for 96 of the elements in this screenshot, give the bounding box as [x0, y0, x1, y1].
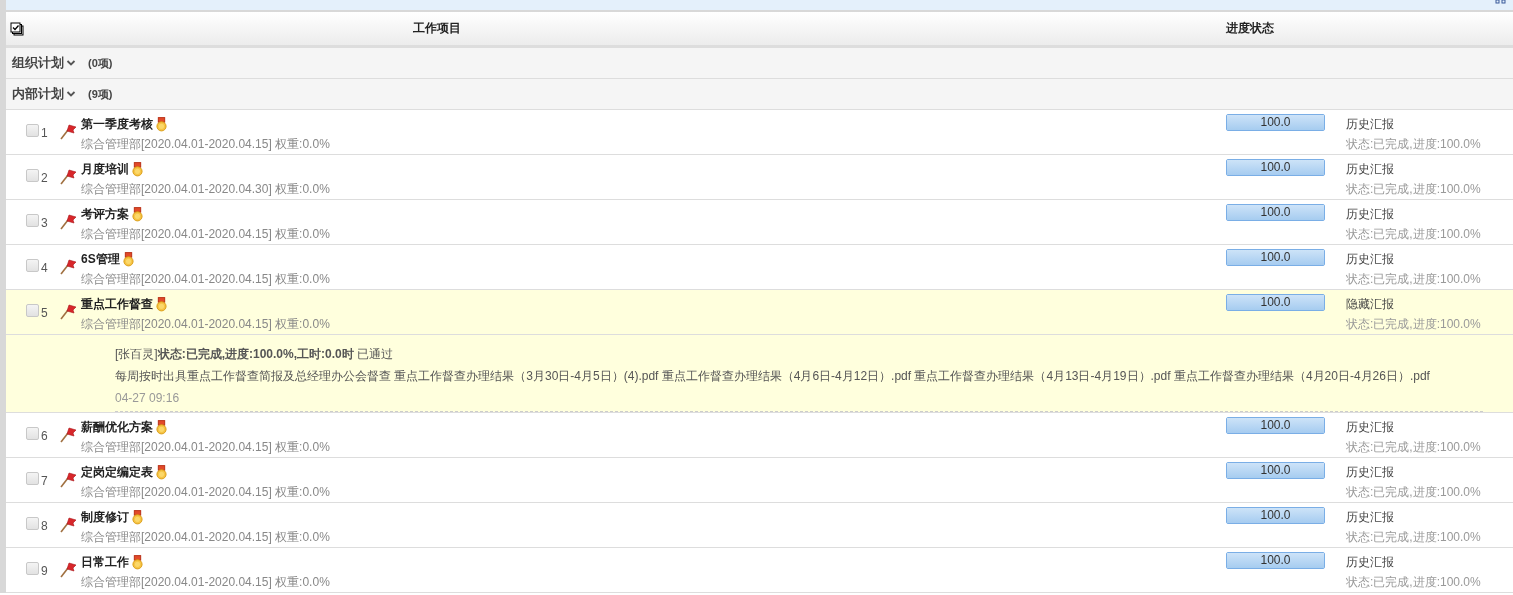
- medal-icon: [156, 419, 167, 435]
- task-info: 综合管理部[2020.04.01-2020.04.15] 权重:0.0%: [81, 271, 331, 288]
- flag-icon: [59, 124, 77, 140]
- attachment-link[interactable]: 重点工作督查办理结果（4月13日-4月19日）.pdf: [914, 369, 1171, 383]
- flag-icon: [59, 259, 77, 275]
- checkbox[interactable]: [26, 259, 39, 272]
- row-number: 1: [41, 125, 49, 142]
- progress-value: 100.0: [1259, 508, 1292, 523]
- flag-icon: [59, 472, 77, 488]
- attachment-link[interactable]: 重点工作督查办理结果（4月20日-4月26日）.pdf: [1173, 369, 1430, 383]
- select-all-icon[interactable]: [10, 21, 24, 36]
- checkbox[interactable]: [26, 562, 39, 575]
- row-number: 4: [41, 260, 49, 277]
- report-time: 04-27 09:16: [115, 391, 180, 405]
- report-link[interactable]: 历史汇报: [1346, 162, 1394, 176]
- status-text: 状态:已完成,进度:100.0%: [1346, 439, 1482, 456]
- task-title[interactable]: 6S管理: [81, 250, 120, 268]
- progress-value: 100.0: [1259, 463, 1292, 478]
- flag-icon: [59, 214, 77, 230]
- row-number: 8: [41, 518, 49, 535]
- medal-icon: [156, 296, 167, 312]
- status-text: 状态:已完成,进度:100.0%: [1346, 181, 1482, 198]
- task-title[interactable]: 日常工作: [81, 553, 129, 571]
- report-link[interactable]: 历史汇报: [1346, 465, 1394, 479]
- attachment-link[interactable]: 重点工作督查办理结果（3月30日-4月5日）(4).pdf: [394, 369, 659, 383]
- medal-icon: [156, 464, 167, 480]
- checkbox[interactable]: [26, 169, 39, 182]
- task-title[interactable]: 制度修订: [81, 508, 129, 526]
- task-title[interactable]: 定岗定编定表: [81, 463, 153, 481]
- status-text: 状态:已完成,进度:100.0%: [1346, 136, 1482, 153]
- report-link[interactable]: 历史汇报: [1346, 420, 1394, 434]
- report-link[interactable]: 历史汇报: [1346, 510, 1394, 524]
- checkbox[interactable]: [26, 472, 39, 485]
- expand-icon[interactable]: [1495, 0, 1507, 4]
- column-header: 工作项目: [412, 20, 462, 37]
- medal-icon: [132, 161, 143, 177]
- medal-icon: [122, 251, 134, 267]
- checkbox[interactable]: [26, 304, 39, 317]
- flag-icon: [59, 517, 77, 533]
- row-number: 9: [41, 563, 49, 580]
- status-text: 状态:已完成,进度:100.0%: [1346, 484, 1482, 501]
- progress-value: 100.0: [1259, 553, 1292, 568]
- group-toggle[interactable]: 内部计划: [12, 85, 76, 103]
- row-number: 2: [41, 170, 49, 187]
- report-summary: [张百灵]状态:已完成,进度:100.0%,工时:0.0时 已通过: [115, 346, 395, 363]
- flag-icon: [59, 427, 77, 443]
- report-link[interactable]: 历史汇报: [1346, 252, 1394, 266]
- flag-icon: [59, 169, 77, 185]
- checkbox[interactable]: [26, 124, 39, 137]
- task-info: 综合管理部[2020.04.01-2020.04.15] 权重:0.0%: [81, 484, 331, 501]
- status-text: 状态:已完成,进度:100.0%: [1346, 574, 1482, 591]
- status-text: 状态:已完成,进度:100.0%: [1346, 226, 1482, 243]
- row-number: 7: [41, 473, 49, 490]
- row-number: 6: [41, 428, 49, 445]
- task-info: 综合管理部[2020.04.01-2020.04.15] 权重:0.0%: [81, 574, 331, 591]
- status-text: 状态:已完成,进度:100.0%: [1346, 271, 1482, 288]
- checkbox[interactable]: [26, 517, 39, 530]
- task-title[interactable]: 重点工作督查: [81, 295, 153, 313]
- item-count: (0项): [88, 55, 113, 71]
- task-info: 综合管理部[2020.04.01-2020.04.15] 权重:0.0%: [81, 136, 331, 153]
- task-title[interactable]: 月度培训: [81, 160, 129, 178]
- column-header: 进度状态: [1226, 20, 1274, 37]
- task-title[interactable]: 考评方案: [81, 205, 129, 223]
- row-number: 5: [41, 305, 49, 322]
- progress-value: 100.0: [1259, 115, 1292, 130]
- checkbox[interactable]: [26, 214, 39, 227]
- attachment-link[interactable]: 重点工作督查办理结果（4月6日-4月12日）.pdf: [661, 369, 912, 383]
- status-text: 状态:已完成,进度:100.0%: [1346, 529, 1482, 546]
- medal-icon: [156, 116, 167, 132]
- flag-icon: [59, 562, 77, 578]
- report-link[interactable]: 隐藏汇报: [1346, 297, 1394, 311]
- progress-value: 100.0: [1259, 250, 1292, 265]
- group-toggle[interactable]: 组织计划: [12, 54, 76, 72]
- task-info: 综合管理部[2020.04.01-2020.04.15] 权重:0.0%: [81, 316, 331, 333]
- flag-icon: [59, 304, 77, 320]
- checkbox[interactable]: [26, 427, 39, 440]
- medal-icon: [132, 554, 143, 570]
- medal-icon: [132, 509, 143, 525]
- medal-icon: [132, 206, 143, 222]
- report-link[interactable]: 历史汇报: [1346, 555, 1394, 569]
- item-count: (9项): [88, 86, 113, 102]
- progress-value: 100.0: [1259, 205, 1292, 220]
- task-info: 综合管理部[2020.04.01-2020.04.30] 权重:0.0%: [81, 181, 331, 198]
- progress-value: 100.0: [1259, 160, 1292, 175]
- report-link[interactable]: 历史汇报: [1346, 207, 1394, 221]
- status-text: 状态:已完成,进度:100.0%: [1346, 316, 1482, 333]
- report-description: 每周按时出具重点工作督查简报及总经理办公会督查: [115, 369, 391, 383]
- progress-value: 100.0: [1259, 295, 1292, 310]
- task-info: 综合管理部[2020.04.01-2020.04.15] 权重:0.0%: [81, 439, 331, 456]
- progress-value: 100.0: [1259, 418, 1292, 433]
- task-title[interactable]: 薪酬优化方案: [81, 418, 153, 436]
- task-title[interactable]: 第一季度考核: [81, 115, 153, 133]
- task-info: 综合管理部[2020.04.01-2020.04.15] 权重:0.0%: [81, 226, 331, 243]
- report-link[interactable]: 历史汇报: [1346, 117, 1394, 131]
- task-info: 综合管理部[2020.04.01-2020.04.15] 权重:0.0%: [81, 529, 331, 546]
- row-number: 3: [41, 215, 49, 232]
